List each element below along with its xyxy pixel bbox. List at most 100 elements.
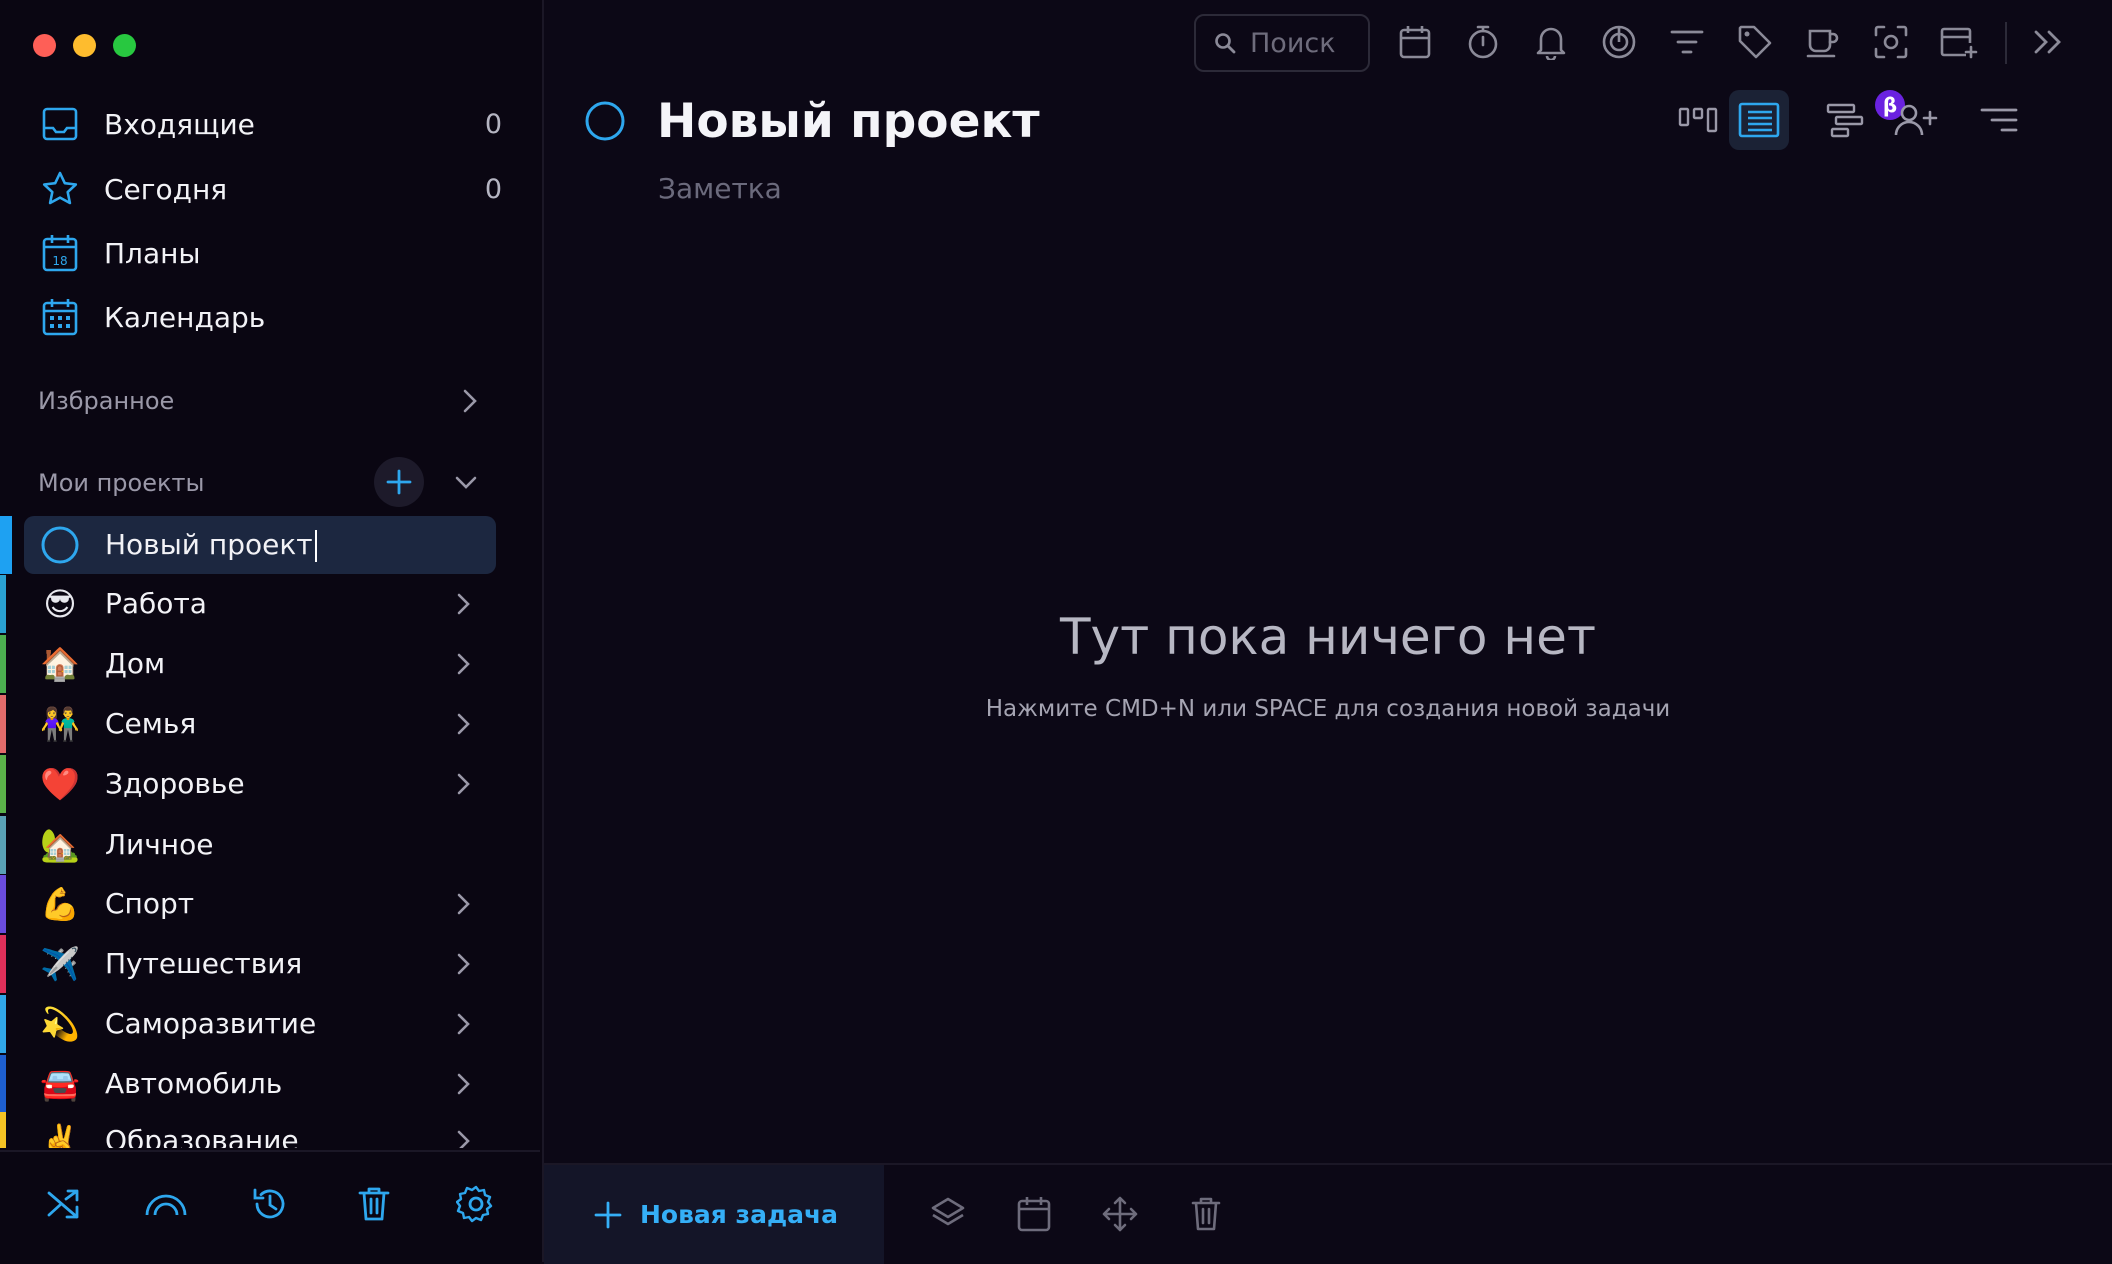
nav-today-count: 0 [484, 173, 502, 205]
project-status-circle-icon[interactable] [584, 100, 626, 142]
shuffle-icon[interactable] [40, 1180, 88, 1228]
airplane-emoji-icon: ✈️ [40, 945, 80, 983]
search-field[interactable]: Поиск [1194, 14, 1370, 72]
tag-icon[interactable] [1733, 20, 1777, 64]
page-title[interactable]: Новый проект [657, 92, 1040, 152]
note-field[interactable]: Заметка [658, 172, 782, 205]
project-item-travel[interactable]: ✈️ Путешествия [0, 935, 540, 993]
add-user-icon [1893, 102, 1939, 138]
plus-icon [386, 469, 412, 495]
move-icon[interactable] [1097, 1191, 1143, 1237]
nav-today[interactable]: Сегодня 0 [38, 161, 508, 217]
project-item-sport[interactable]: 💪 Спорт [0, 875, 540, 933]
bell-icon[interactable] [1529, 20, 1573, 64]
history-icon[interactable] [246, 1180, 294, 1228]
kanban-view-button[interactable] [1668, 90, 1728, 150]
focus-target-icon[interactable] [1597, 20, 1641, 64]
project-item-car[interactable]: 🚘 Автомобиль [0, 1055, 540, 1113]
nav-inbox[interactable]: Входящие 0 [38, 96, 508, 152]
nav-plans[interactable]: 18 Планы [38, 225, 508, 281]
project-item-self-development[interactable]: 💫 Саморазвитие [0, 995, 540, 1053]
project-item-label: Новый проект [105, 528, 313, 561]
project-item-health[interactable]: ❤️ Здоровье [0, 755, 540, 813]
gantt-icon [1826, 101, 1870, 139]
project-item-label: Образование [105, 1124, 299, 1148]
project-item-label: Автомобиль [105, 1067, 283, 1100]
add-project-button[interactable] [374, 457, 424, 507]
double-chevron-right-icon[interactable] [2026, 20, 2070, 64]
kanban-icon [1678, 107, 1718, 133]
project-list: Новый проект 😎 Работа 🏠 Дом 👫 Семья ❤️ З… [0, 512, 540, 1148]
add-member-button[interactable] [1886, 90, 1946, 150]
gantt-view-button[interactable] [1818, 90, 1878, 150]
zoom-window-button[interactable] [113, 34, 136, 57]
screenshot-icon[interactable] [1869, 20, 1913, 64]
project-item-label: Семья [105, 707, 197, 740]
project-item-family[interactable]: 👫 Семья [0, 695, 540, 753]
calendar-grid-icon [38, 295, 82, 339]
chevron-right-icon[interactable] [456, 652, 472, 676]
plus-icon [594, 1201, 622, 1229]
trash-icon[interactable] [350, 1180, 398, 1228]
sidebar-footer [0, 1150, 540, 1264]
project-color-bar [0, 935, 6, 993]
add-to-calendar-icon[interactable] [1937, 20, 1981, 64]
dizzy-star-emoji-icon: 💫 [40, 1005, 80, 1043]
nav-calendar-label: Календарь [104, 300, 266, 334]
chevron-right-icon[interactable] [456, 1072, 472, 1096]
chevron-right-icon[interactable] [456, 1012, 472, 1036]
project-item-education[interactable]: ✌️ Образование [0, 1112, 540, 1148]
chevron-right-icon[interactable] [456, 592, 472, 616]
project-item-home[interactable]: 🏠 Дом [0, 635, 540, 693]
search-icon [1214, 32, 1236, 54]
timer-icon[interactable] [1461, 20, 1505, 64]
project-color-bar [0, 875, 6, 933]
favorites-section[interactable]: Избранное [38, 376, 478, 426]
list-view-button[interactable] [1729, 90, 1789, 150]
project-color-bar [0, 995, 6, 1053]
chevron-right-icon[interactable] [456, 892, 472, 916]
sort-button[interactable] [1969, 90, 2029, 150]
project-name-input[interactable]: Новый проект [105, 516, 317, 574]
project-item-personal[interactable]: 🏡 Личное [0, 816, 540, 874]
window-controls [33, 34, 136, 57]
empty-state-hint: Нажмите CMD+N или SPACE для создания нов… [985, 696, 1671, 722]
toolbar-separator [2005, 22, 2007, 64]
calendar-icon[interactable] [1393, 20, 1437, 64]
minimize-window-button[interactable] [73, 34, 96, 57]
new-task-button[interactable]: Новая задача [544, 1165, 884, 1264]
layers-icon[interactable] [925, 1191, 971, 1237]
new-task-label: Новая задача [640, 1200, 839, 1229]
chevron-down-icon[interactable] [454, 475, 478, 491]
trash-icon[interactable] [1183, 1191, 1229, 1237]
gear-icon[interactable] [452, 1180, 500, 1228]
project-item-label: Здоровье [105, 767, 245, 800]
project-color-bar [0, 816, 6, 874]
chevron-right-icon[interactable] [456, 772, 472, 796]
project-item-label: Спорт [105, 887, 195, 920]
search-placeholder: Поиск [1250, 27, 1336, 59]
project-item-new[interactable]: Новый проект [0, 516, 540, 574]
star-icon [38, 167, 82, 211]
project-color-bar [0, 575, 6, 633]
project-item-label: Саморазвитие [105, 1007, 317, 1040]
close-window-button[interactable] [33, 34, 56, 57]
project-item-label: Путешествия [105, 947, 303, 980]
project-item-label: Работа [105, 587, 207, 620]
project-item-work[interactable]: 😎 Работа [0, 575, 540, 633]
project-color-bar [0, 695, 6, 753]
chevron-right-icon[interactable] [456, 1129, 472, 1148]
sort-lines-icon [1980, 106, 2018, 134]
favorites-label: Избранное [38, 387, 175, 415]
chevron-right-icon[interactable] [456, 952, 472, 976]
my-projects-label: Мои проекты [38, 469, 205, 497]
calendar-icon[interactable] [1011, 1191, 1057, 1237]
project-item-label: Дом [105, 647, 166, 680]
filter-icon[interactable] [1665, 20, 1709, 64]
chevron-right-icon[interactable] [456, 712, 472, 736]
nav-calendar[interactable]: Календарь [38, 289, 508, 345]
cup-icon[interactable] [1801, 20, 1845, 64]
sidebar: Входящие 0 Сегодня 0 18 Планы Календарь … [0, 0, 544, 1264]
circle-icon [38, 523, 82, 567]
rainbow-arc-icon[interactable] [142, 1180, 190, 1228]
